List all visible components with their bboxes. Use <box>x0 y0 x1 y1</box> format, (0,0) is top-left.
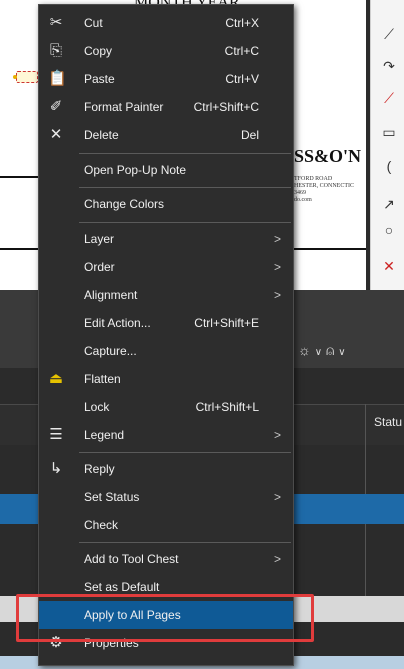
menu-item-set-status[interactable]: Set Status > <box>39 483 293 511</box>
red-x-tool-icon[interactable]: ✕ <box>381 258 397 274</box>
circle-tool-icon[interactable]: ○ <box>381 222 397 238</box>
chevron-down-icon[interactable]: ∨ <box>338 347 345 358</box>
menu-item-lock[interactable]: Lock Ctrl+Shift+L <box>39 393 293 421</box>
menu-item-copy[interactable]: ⎘ Copy Ctrl+C <box>39 37 293 65</box>
highlight-callout <box>16 594 314 642</box>
address-line: TFORD ROAD <box>294 176 333 182</box>
arrow-tool-icon[interactable]: ↗ <box>381 196 397 212</box>
scissors-icon: ✂ <box>49 14 63 31</box>
chevron-right-icon: > <box>273 490 281 504</box>
chevron-right-icon: > <box>273 428 281 442</box>
status-column-header[interactable]: Statu <box>374 415 402 429</box>
document-rule <box>0 248 40 250</box>
address-line: 3469 <box>294 190 306 196</box>
menu-item-capture[interactable]: Capture... <box>39 337 293 365</box>
menu-item-cut[interactable]: ✂ Cut Ctrl+X <box>39 9 293 37</box>
line-tool-icon[interactable]: ⟋ <box>381 26 397 42</box>
copy-icon: ⎘ <box>49 42 62 59</box>
markup-tag[interactable] <box>13 71 38 83</box>
document-company: SS&O'N <box>294 146 362 166</box>
menu-item-open-popup-note[interactable]: Open Pop-Up Note <box>39 156 293 184</box>
menu-item-delete[interactable]: ✕ Delete Del <box>39 121 293 149</box>
white-box-icon[interactable]: ▭ <box>381 124 397 140</box>
menu-item-reply[interactable]: ↳ Reply <box>39 455 293 483</box>
menu-item-flatten[interactable]: ⏏ Flatten <box>39 365 293 393</box>
menu-separator <box>79 222 291 223</box>
address-line: HESTER, CONNECTIC <box>294 183 354 189</box>
menu-separator <box>79 153 291 154</box>
menu-item-edit-action[interactable]: Edit Action... Ctrl+Shift+E <box>39 309 293 337</box>
menu-item-change-colors[interactable]: Change Colors <box>39 190 293 218</box>
brightness-icon[interactable]: ☼ <box>298 342 311 358</box>
menu-item-format-painter[interactable]: ✐ Format Painter Ctrl+Shift+C <box>39 93 293 121</box>
toolbar-icons: ☼ ∨ ⍝ ∨ <box>298 342 346 359</box>
chevron-down-icon[interactable]: ∨ <box>315 347 322 358</box>
menu-item-order[interactable]: Order > <box>39 253 293 281</box>
red-line-tool-icon[interactable]: ⟋ <box>381 90 397 106</box>
menu-separator <box>79 187 291 188</box>
curve-tool-icon[interactable]: ↷ <box>381 58 397 74</box>
menu-item-paste[interactable]: 📋 Paste Ctrl+V <box>39 65 293 93</box>
document-rule <box>292 248 366 250</box>
menu-item-add-to-tool-chest[interactable]: Add to Tool Chest > <box>39 545 293 573</box>
menu-separator <box>79 452 291 453</box>
paste-icon: 📋 <box>48 70 67 87</box>
user-icon[interactable]: ⍝ <box>326 342 334 358</box>
reply-arrow-icon: ↳ <box>49 460 63 477</box>
arc-tool-icon[interactable]: ( <box>381 158 397 174</box>
chevron-right-icon: > <box>273 552 281 566</box>
format-painter-icon: ✐ <box>49 98 63 115</box>
chevron-right-icon: > <box>273 260 281 274</box>
context-menu: ✂ Cut Ctrl+X ⎘ Copy Ctrl+C 📋 Paste Ctrl+… <box>38 4 294 666</box>
menu-item-layer[interactable]: Layer > <box>39 225 293 253</box>
flatten-icon: ⏏ <box>48 370 64 387</box>
document-address: TFORD ROAD HESTER, CONNECTIC 3469 do.com <box>294 176 354 204</box>
chevron-right-icon: > <box>273 232 281 246</box>
legend-icon: ☰ <box>49 426 63 443</box>
menu-item-alignment[interactable]: Alignment > <box>39 281 293 309</box>
address-line: do.com <box>294 197 312 203</box>
menu-item-legend[interactable]: ☰ Legend > <box>39 421 293 449</box>
menu-separator <box>79 542 291 543</box>
chevron-right-icon: > <box>273 288 281 302</box>
document-rule <box>0 176 40 178</box>
delete-x-icon: ✕ <box>49 126 63 143</box>
right-tool-strip: ⟋ ↷ ⟋ ▭ ( ↗ ○ ✕ ☁ <box>370 0 404 328</box>
menu-item-check[interactable]: Check <box>39 511 293 539</box>
